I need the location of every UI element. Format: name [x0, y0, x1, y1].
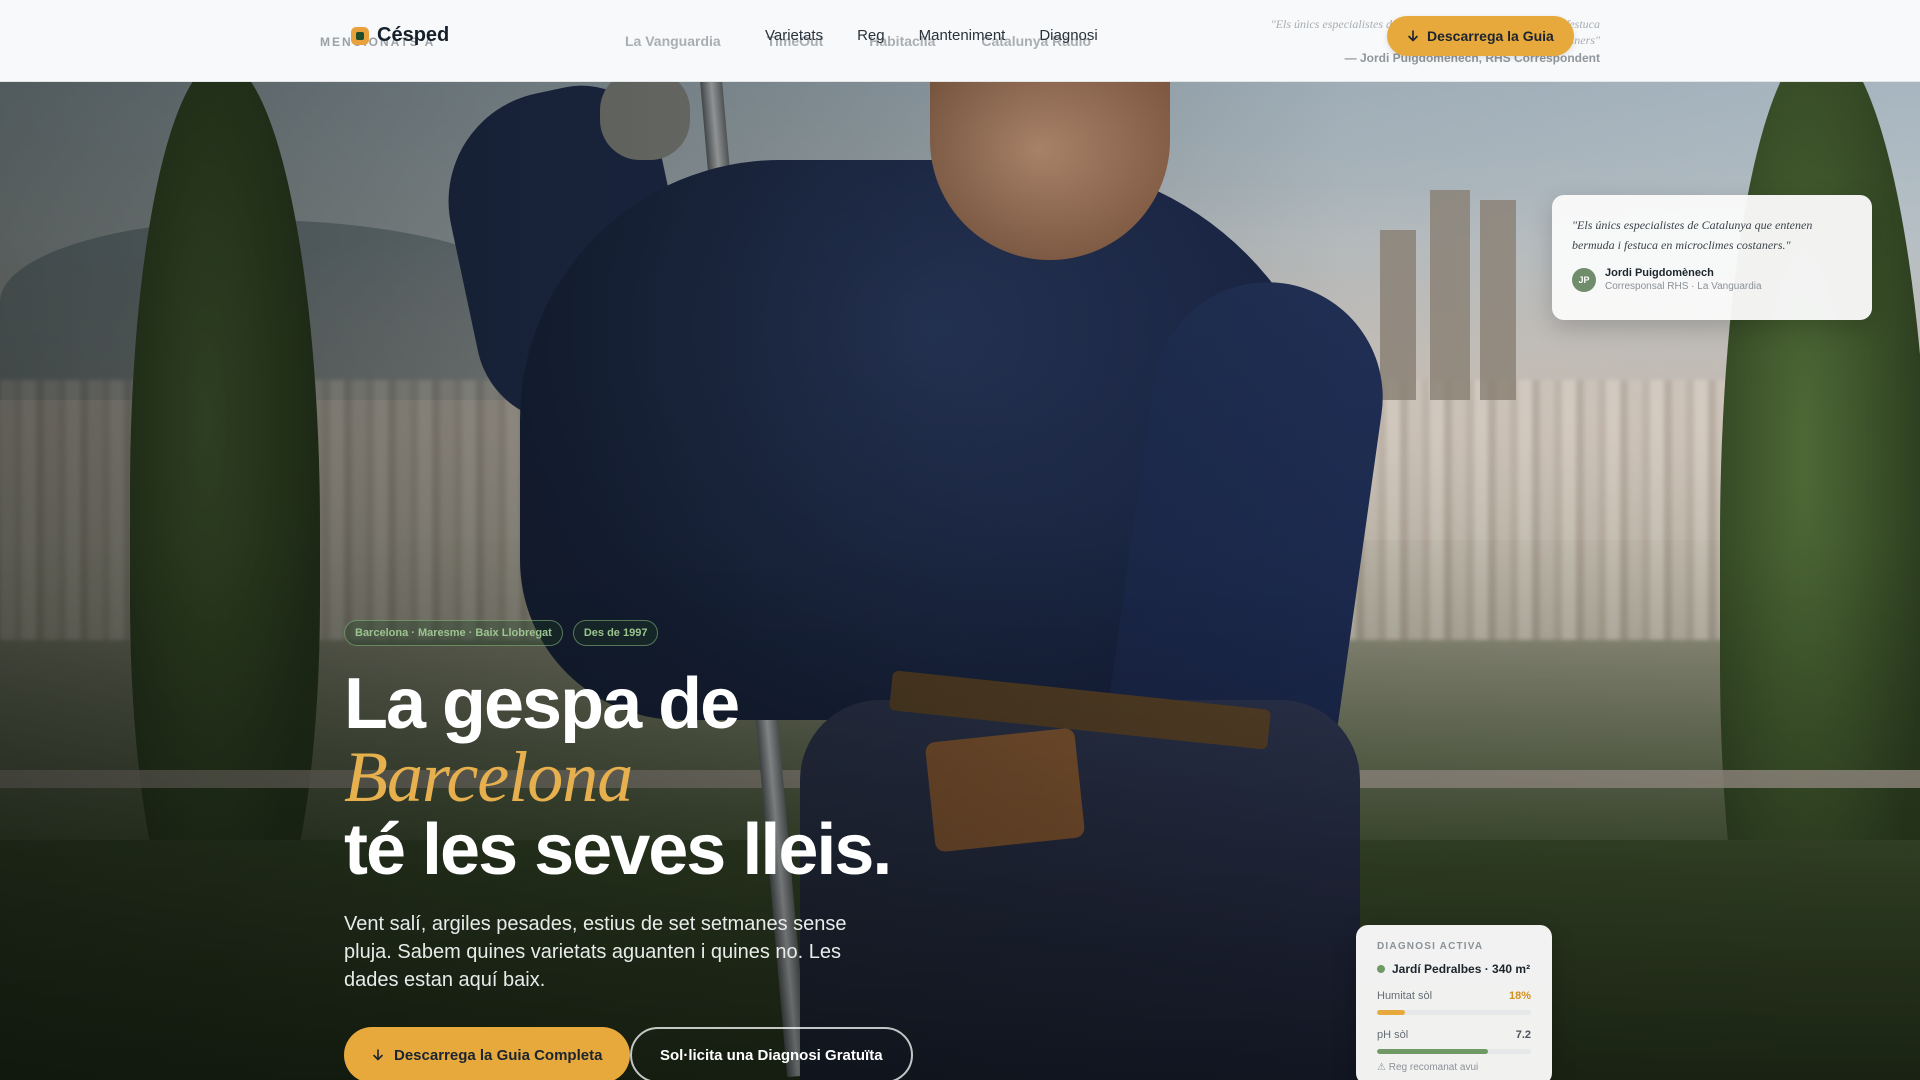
hero-title-accent: Barcelona — [344, 737, 633, 817]
nav-item-diagnosi[interactable]: Diagnosi — [1039, 27, 1097, 44]
metric-bar — [1377, 1010, 1531, 1015]
metric-label: Humitat sòl — [1377, 990, 1433, 1002]
diagnosis-card: DIAGNOSI ACTIVA Jardí Pedralbes · 340 m²… — [1356, 925, 1552, 1080]
metric-value: 18% — [1508, 990, 1531, 1002]
testimonial-name: Jordi Puigdomènech — [1605, 267, 1714, 279]
download-full-guide-label: Descarrega la Guia Completa — [394, 1046, 603, 1064]
testimonial-card: "Els únics especialistes de Catalunya qu… — [1552, 195, 1872, 320]
press-mention: La Vanguardia — [625, 33, 721, 49]
logo-text: Césped — [377, 24, 450, 46]
download-full-guide-button[interactable]: Descarrega la Guia Completa — [344, 1027, 631, 1080]
testimonial-quote: "Els únics especialistes de Catalunya qu… — [1572, 218, 1813, 252]
arrow-down-icon — [1408, 30, 1418, 42]
request-diagnosis-button[interactable]: Sol·licita una Diagnosi Gratuïta — [630, 1027, 913, 1080]
nav-item-manteniment[interactable]: Manteniment — [919, 27, 1006, 44]
metric-bar-fill — [1377, 1049, 1488, 1054]
hero-title-line: té les seves lleis. — [344, 810, 892, 890]
testimonial-author: JP Jordi Puigdomènech Corresponsal RHS ·… — [1572, 267, 1852, 292]
diagnosis-title: DIAGNOSI ACTIVA — [1377, 941, 1484, 952]
metric-value: 7.2 — [1515, 1029, 1531, 1041]
location-chip: Barcelona · Maresme · Baix Llobregat — [344, 620, 563, 646]
avatar: JP — [1572, 267, 1596, 292]
hero-title: La gespa de Barcelona té les seves lleis… — [344, 668, 892, 890]
testimonial-role: Corresponsal RHS · La Vanguardia — [1605, 281, 1762, 292]
diagnosis-site-label: Jardí Pedralbes · 340 m² — [1392, 962, 1531, 976]
diagnosis-note: ⚠ Reg recomanat avui — [1377, 1062, 1479, 1073]
metric-soil-humidity: Humitat sòl 18% — [1377, 990, 1531, 1015]
diagnosis-site: Jardí Pedralbes · 340 m² — [1377, 962, 1531, 976]
location-chips: Barcelona · Maresme · Baix Llobregat Des… — [344, 620, 659, 646]
download-guide-label: Descarrega la Guia — [1427, 28, 1554, 44]
since-chip: Des de 1997 — [572, 620, 659, 646]
nav-item-varietats[interactable]: Varietats — [765, 27, 823, 44]
hero-lead: Vent salí, argiles pesades, estius de se… — [344, 913, 847, 991]
site-logo[interactable]: Césped — [351, 24, 449, 47]
hero-background-photo — [0, 0, 1920, 1080]
hero-title-line: La gespa de — [344, 664, 740, 744]
logo-icon — [351, 26, 369, 45]
status-dot-icon — [1377, 965, 1385, 973]
main-nav: Varietats Reg Manteniment Diagnosi — [765, 27, 1098, 44]
metric-bar-fill — [1377, 1010, 1405, 1015]
nav-item-reg[interactable]: Reg — [857, 27, 885, 44]
download-guide-button[interactable]: Descarrega la Guia — [1387, 16, 1574, 56]
metric-bar — [1377, 1049, 1531, 1054]
metric-label: pH sòl — [1377, 1029, 1409, 1041]
metric-soil-ph: pH sòl 7.2 — [1377, 1029, 1531, 1054]
site-header: MENCIONATS A La Vanguardia TimeOut Habit… — [0, 0, 1920, 82]
arrow-down-icon — [373, 1049, 383, 1061]
hero-overlay — [0, 0, 1920, 1080]
